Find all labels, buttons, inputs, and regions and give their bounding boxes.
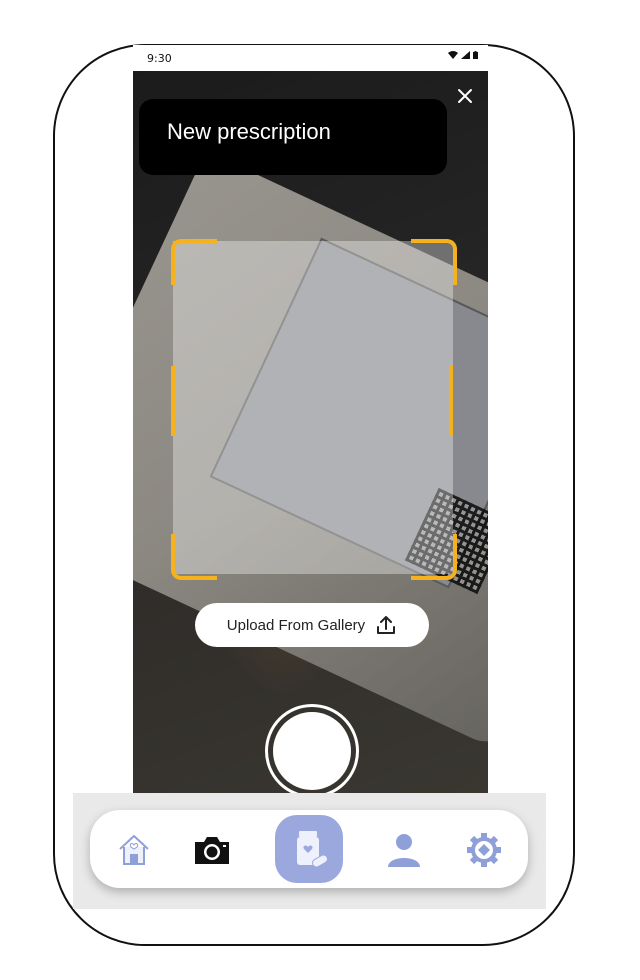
signal-icon <box>461 51 470 59</box>
nav-camera[interactable] <box>182 820 242 880</box>
shutter-button-inner <box>273 712 351 790</box>
battery-icon <box>473 51 478 59</box>
user-icon <box>388 834 420 867</box>
scan-corner-bottom-left <box>171 534 217 580</box>
header-bar: New prescription <box>139 99 447 175</box>
status-icons <box>448 51 478 59</box>
nav-profile[interactable] <box>374 820 434 880</box>
scan-corner-top-left <box>171 239 217 285</box>
home-icon <box>119 835 149 865</box>
nav-home[interactable] <box>104 820 164 880</box>
gear-icon <box>467 833 501 867</box>
scan-area <box>173 241 453 574</box>
upload-from-gallery-button[interactable]: Upload From Gallery <box>195 603 429 647</box>
camera-icon <box>195 837 229 864</box>
scan-edge-right <box>449 366 453 436</box>
status-time: 9:30 <box>147 52 172 65</box>
nav-prescription[interactable] <box>275 815 343 883</box>
scan-corner-top-right <box>411 239 457 285</box>
upload-button-label: Upload From Gallery <box>226 616 366 634</box>
status-bar: 9:30 <box>133 45 488 71</box>
camera-viewfinder[interactable]: New prescription Upload From Gallery <box>133 71 488 793</box>
shutter-button[interactable] <box>265 704 359 793</box>
upload-icon <box>377 616 396 634</box>
nav-settings[interactable] <box>454 820 514 880</box>
close-icon <box>458 89 472 103</box>
close-button[interactable] <box>454 87 476 109</box>
scan-corner-bottom-right <box>411 534 457 580</box>
wifi-icon <box>448 51 458 59</box>
scan-edge-left <box>171 366 175 436</box>
bottom-nav-background <box>73 793 546 909</box>
page-title: New prescription <box>167 119 331 144</box>
phone-screen: 9:30 New prescription Upload From Galler… <box>133 45 488 793</box>
medicine-bottle-icon <box>297 831 328 868</box>
bottom-nav <box>90 810 528 888</box>
